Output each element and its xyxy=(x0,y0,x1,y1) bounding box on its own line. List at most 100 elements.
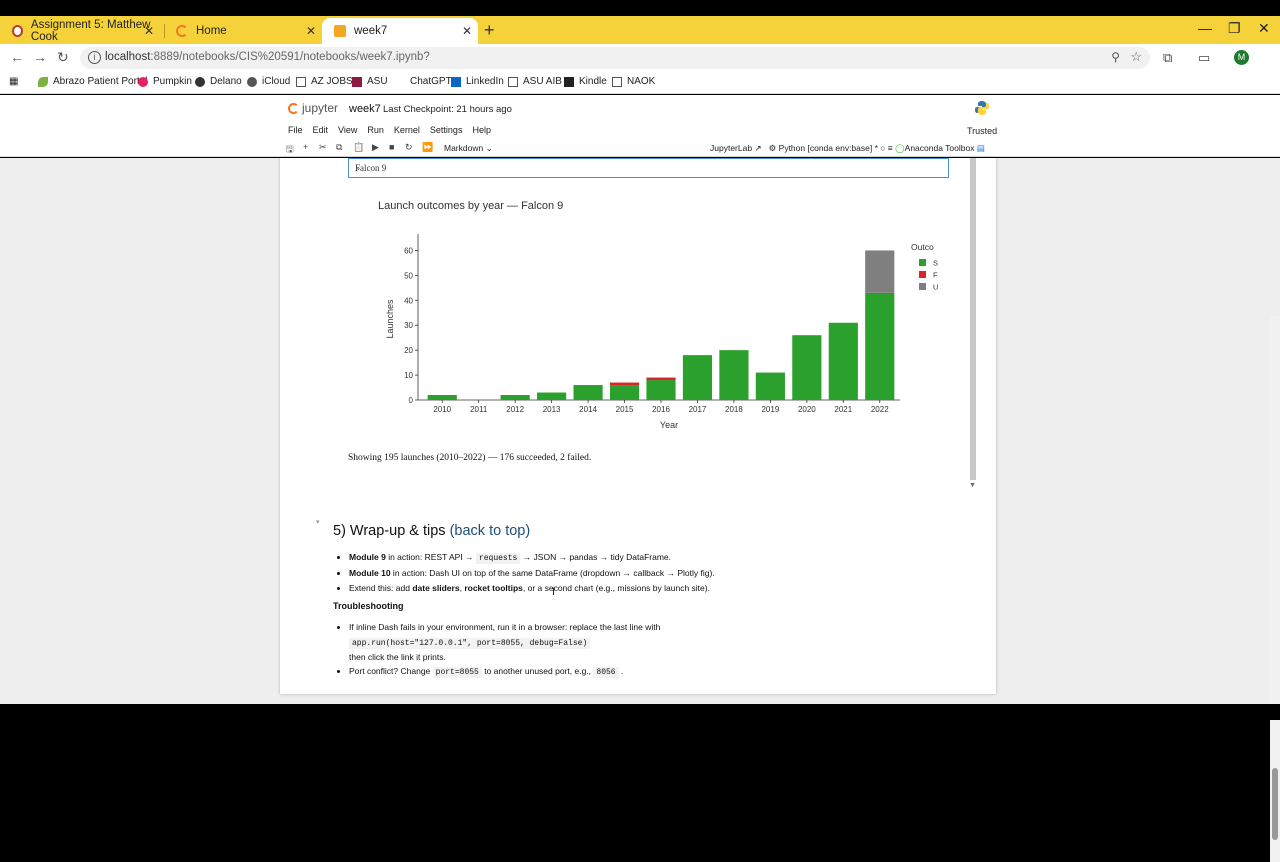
bookmark-azjobs[interactable]: AZ JOBS xyxy=(296,76,353,87)
menu-run[interactable]: Run xyxy=(367,125,384,135)
x-tick-label: 2022 xyxy=(871,405,889,414)
tab-week7[interactable]: week7 ✕ xyxy=(322,18,478,44)
jupyter-logo-icon xyxy=(288,102,299,114)
zoom-icon[interactable]: ⚲ xyxy=(1111,50,1120,64)
jupyterlab-link[interactable]: JupyterLab xyxy=(710,143,752,153)
jupyter-logo[interactable]: jupyter xyxy=(288,101,338,115)
bookmark-linkedin[interactable]: LinkedIn xyxy=(451,76,504,87)
bookmark-kindle[interactable]: Kindle xyxy=(564,76,607,87)
menu-kernel[interactable]: Kernel xyxy=(394,125,420,135)
menu-help[interactable]: Help xyxy=(472,125,491,135)
kernel-name[interactable]: Python [conda env:base] * xyxy=(779,143,878,153)
menu-file[interactable]: File xyxy=(288,125,303,135)
cell-type-select[interactable]: Markdown ⌄ xyxy=(444,143,493,154)
inline-code: port=8055 xyxy=(432,667,482,678)
reload-icon[interactable]: ↻ xyxy=(57,49,69,66)
text-cursor-icon: I xyxy=(552,586,556,598)
text: , or a second chart (e.g., missions by l… xyxy=(522,583,710,593)
close-tab-icon[interactable]: ✕ xyxy=(462,24,472,38)
tab-search-icon[interactable]: ▭ xyxy=(1198,50,1210,66)
site-info-icon[interactable]: i xyxy=(88,51,101,64)
jupyter-logo-text: jupyter xyxy=(302,101,339,115)
add-cell-icon[interactable]: + xyxy=(303,142,308,152)
bookmark-chatgpt[interactable]: ChatGPT xyxy=(410,76,452,87)
tab-home[interactable]: Home ✕ xyxy=(164,18,322,44)
bookmark-label: AZ JOBS xyxy=(311,76,353,87)
notebook-area: Falcon 9 ⌄ ▼ Launch outcomes by year — F… xyxy=(0,158,1280,862)
text: to another unused port, e.g., xyxy=(481,666,594,676)
folder-icon xyxy=(508,76,518,87)
launch-chart: Launch outcomes by year — Falcon 9 0 10 20… xyxy=(378,198,938,438)
url-text[interactable]: localhost:8889/notebooks/CIS%20591/noteb… xyxy=(105,51,430,63)
maximize-icon[interactable]: ❐ xyxy=(1228,20,1241,37)
bookmark-label: ChatGPT xyxy=(410,76,452,87)
close-tab-icon[interactable]: ✕ xyxy=(306,24,316,38)
y-tick-label: 60 xyxy=(404,246,413,255)
fast-forward-icon[interactable]: ⏩ xyxy=(422,142,433,153)
save-icon[interactable]: 🖫 xyxy=(286,142,294,158)
bold-text: Module 9 xyxy=(349,552,386,562)
paste-icon[interactable]: 📋 xyxy=(353,142,364,153)
y-tick-label: 20 xyxy=(404,346,413,355)
copy-icon[interactable]: ⧉ xyxy=(336,142,342,153)
stop-icon[interactable]: ■ xyxy=(389,142,394,152)
bookmark-pumpkin[interactable]: Pumpkin xyxy=(138,76,192,87)
close-tab-icon[interactable]: ✕ xyxy=(144,24,154,38)
bookmark-delano[interactable]: Delano xyxy=(195,76,242,87)
menu-icon[interactable]: ≡ xyxy=(888,143,893,153)
back-icon[interactable]: ← xyxy=(10,49,24,65)
globe-icon xyxy=(195,76,205,87)
menu-settings[interactable]: Settings xyxy=(430,125,463,135)
bookmark-star-icon[interactable]: ☆ xyxy=(1130,49,1142,65)
page-scrollbar[interactable] xyxy=(1270,316,1280,862)
forward-icon[interactable]: → xyxy=(33,49,47,65)
bar-S-2019 xyxy=(755,372,785,400)
chart-title: Launch outcomes by year — Falcon 9 xyxy=(378,200,564,212)
list-item: Module 10 in action: Dash UI on top of t… xyxy=(349,568,715,578)
bar-S-2018 xyxy=(719,350,749,400)
jupyter-favicon-icon xyxy=(176,25,188,37)
y-tick-label: 30 xyxy=(404,321,413,330)
bookmark-naok[interactable]: NAOK xyxy=(612,76,655,87)
pumpkin-icon xyxy=(138,76,148,87)
bar-S-2016 xyxy=(646,380,676,400)
address-bar[interactable]: i localhost:8889/notebooks/CIS%20591/not… xyxy=(80,47,1150,69)
url-path: :8889/notebooks/CIS%20591/notebooks/week… xyxy=(150,51,430,63)
cut-icon[interactable]: ✂ xyxy=(319,142,327,153)
sidebar-toggle-icon[interactable]: ▤ xyxy=(977,143,985,153)
new-tab-icon[interactable]: + xyxy=(484,20,495,41)
back-to-top-link[interactable]: (back to top) xyxy=(450,523,531,539)
menu-edit[interactable]: Edit xyxy=(313,125,329,135)
bookmark-asuaib[interactable]: ASU AIB xyxy=(508,76,562,87)
asu-icon xyxy=(352,76,362,87)
close-window-icon[interactable]: ✕ xyxy=(1258,20,1270,37)
tab-assignment[interactable]: Assignment 5: Matthew Cook ✕ xyxy=(0,18,160,44)
collapse-icon[interactable]: ▾ xyxy=(316,518,320,526)
profile-avatar[interactable]: M xyxy=(1234,50,1249,65)
rocket-dropdown[interactable]: Falcon 9 ⌄ xyxy=(348,158,949,178)
menu-view[interactable]: View xyxy=(338,125,357,135)
scrollbar-thumb[interactable] xyxy=(1272,768,1278,840)
extensions-icon[interactable]: ⧉ xyxy=(1163,50,1172,66)
bookmark-icloud[interactable]: iCloud xyxy=(247,76,290,87)
x-tick-label: 2018 xyxy=(725,405,743,414)
notebook-toolbar: 🖫 + ✂ ⧉ 📋 ▶ ■ ↻ ⏩ Markdown ⌄ JupyterLab … xyxy=(284,142,996,156)
chevron-down-icon: ⌄ xyxy=(355,163,362,172)
output-scrollbar[interactable] xyxy=(970,158,976,480)
bookmark-abrazo[interactable]: Abrazo Patient Portal xyxy=(38,76,148,87)
minimize-icon[interactable]: — xyxy=(1198,20,1212,36)
notebook-title[interactable]: week7 xyxy=(349,103,381,115)
bookmark-label: ASU xyxy=(367,76,388,87)
gear-icon[interactable]: ⚙ xyxy=(769,143,777,153)
anaconda-toolbox-button[interactable]: Anaconda Toolbox xyxy=(905,143,975,153)
scroll-down-icon[interactable]: ▼ xyxy=(969,482,976,489)
run-icon[interactable]: ▶ xyxy=(372,142,379,153)
bookmark-asu[interactable]: ASU xyxy=(352,76,388,87)
trusted-indicator[interactable]: Trusted xyxy=(967,126,997,136)
bookmark-label: iCloud xyxy=(262,76,291,87)
bar-F-2016 xyxy=(646,377,676,381)
bookmark-label: Pumpkin xyxy=(153,76,192,87)
bookmark-label: NAOK xyxy=(627,76,656,87)
apps-grid-icon[interactable]: ▦ xyxy=(9,76,18,87)
restart-icon[interactable]: ↻ xyxy=(405,142,413,153)
